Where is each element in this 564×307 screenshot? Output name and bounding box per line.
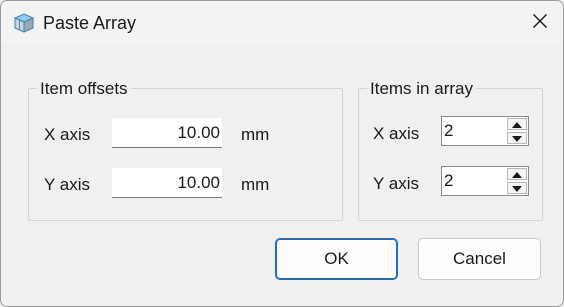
offset-x-input[interactable] xyxy=(112,118,222,148)
offset-y-input[interactable] xyxy=(112,168,222,198)
close-button[interactable] xyxy=(517,1,563,45)
items-in-array-group: Items in array X axis Y axis xyxy=(358,79,543,221)
spin-down-icon xyxy=(512,179,522,197)
offset-x-unit: mm xyxy=(241,125,270,144)
count-y-decrement-button[interactable] xyxy=(507,182,527,194)
item-offsets-legend: Item offsets xyxy=(37,79,131,99)
offset-x-label: X axis xyxy=(44,125,91,144)
count-x-spinbox[interactable] xyxy=(441,116,529,146)
ok-button[interactable]: OK xyxy=(275,238,398,280)
count-y-spinbox[interactable] xyxy=(441,166,529,196)
items-in-array-legend: Items in array xyxy=(367,79,476,99)
title-bar: Paste Array xyxy=(1,1,563,45)
count-y-spin-buttons xyxy=(507,168,527,194)
window-title: Paste Array xyxy=(43,13,137,33)
cancel-button[interactable]: Cancel xyxy=(418,238,541,280)
count-x-spin-buttons xyxy=(507,118,527,144)
box-3d-icon xyxy=(13,12,35,34)
spin-down-icon xyxy=(512,129,522,147)
count-x-label: X axis xyxy=(373,124,420,143)
count-x-decrement-button[interactable] xyxy=(507,132,527,144)
close-icon xyxy=(532,13,548,34)
offset-y-label: Y axis xyxy=(44,175,90,194)
count-y-label: Y axis xyxy=(373,174,419,193)
count-y-input[interactable] xyxy=(442,167,504,195)
count-x-input[interactable] xyxy=(442,117,504,145)
item-offsets-group: Item offsets X axis mm Y axis mm xyxy=(28,79,343,221)
paste-array-dialog: Paste Array Item offsets X axis mm Y axi… xyxy=(0,0,564,307)
offset-y-unit: mm xyxy=(241,175,270,194)
